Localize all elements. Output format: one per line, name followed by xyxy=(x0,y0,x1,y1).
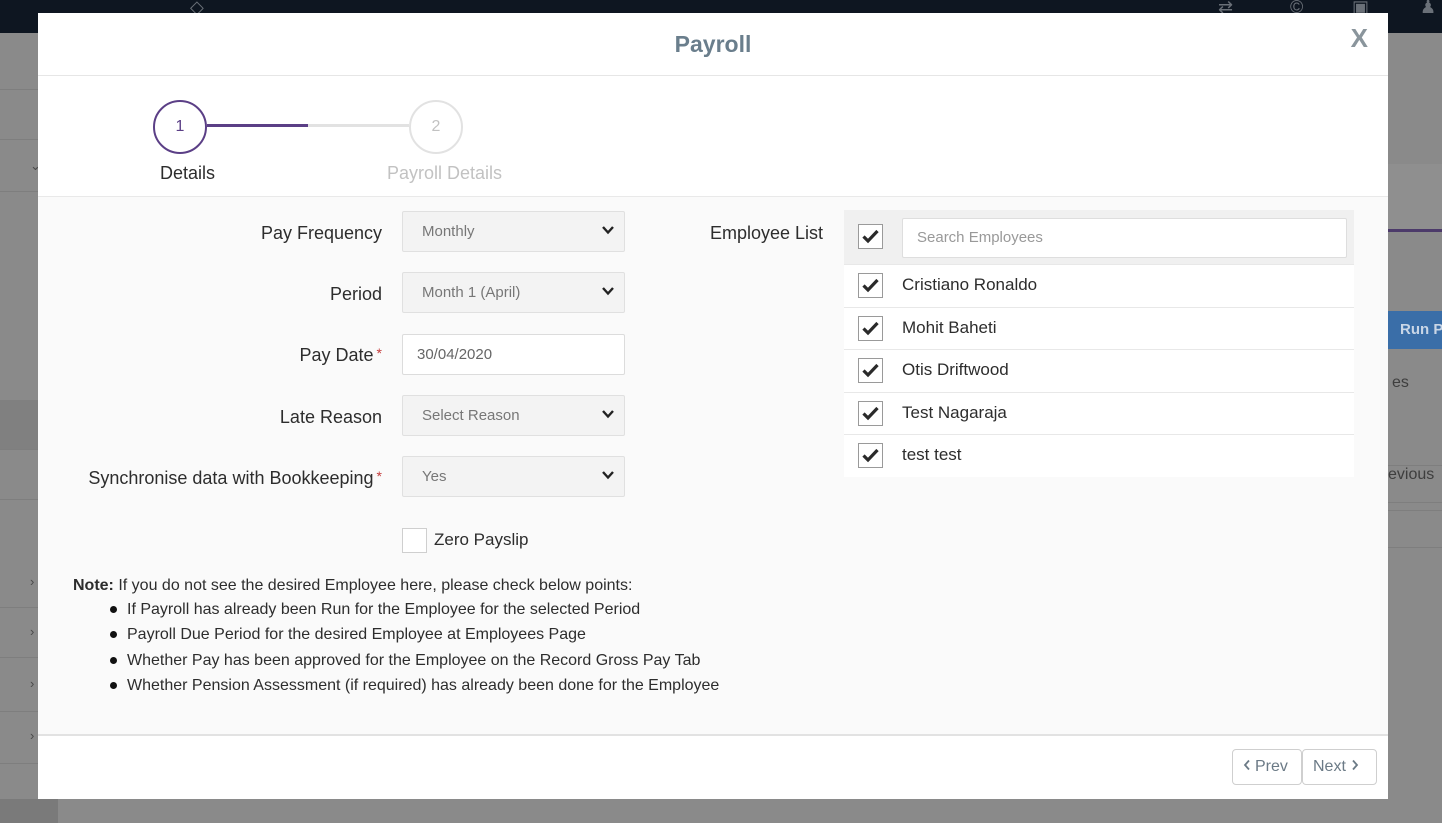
step-2-circle[interactable]: 2 xyxy=(409,100,463,154)
background-chevron-icon: › xyxy=(30,676,35,691)
check-icon xyxy=(862,229,879,244)
step-progress-line xyxy=(207,124,308,127)
employee-name: Mohit Baheti xyxy=(902,317,997,337)
employee-name: Cristiano Ronaldo xyxy=(902,275,1038,294)
sync-bookkeeping-value: Yes xyxy=(422,468,447,485)
required-marker: * xyxy=(376,345,382,361)
payroll-modal: Payroll X 1 2 Details Payroll Details Pa… xyxy=(38,13,1388,799)
check-icon xyxy=(862,278,879,293)
modal-header: Payroll X xyxy=(38,13,1388,76)
employee-row[interactable]: test test xyxy=(844,434,1354,477)
step-2-label: Payroll Details xyxy=(387,163,503,183)
pay-frequency-value: Monthly xyxy=(422,223,475,240)
step-progress-line-remaining xyxy=(308,124,409,127)
employee-search-input[interactable]: Search Employees xyxy=(902,218,1347,258)
late-reason-placeholder: Select Reason xyxy=(422,407,520,424)
required-marker: * xyxy=(376,468,382,484)
check-icon xyxy=(862,364,879,378)
note-points: If Payroll has already been Run for the … xyxy=(110,597,719,699)
chevron-left-icon xyxy=(1243,759,1250,771)
background-chevron-icon: › xyxy=(30,624,35,639)
employee-name: Otis Driftwood xyxy=(902,360,1009,380)
check-icon xyxy=(862,321,879,335)
background-text: es xyxy=(1392,374,1409,391)
employee-checkbox[interactable] xyxy=(858,358,883,384)
select-all-checkbox[interactable] xyxy=(858,224,883,249)
note-point: If Payroll has already been Run for the … xyxy=(110,597,719,622)
note-heading: Note: xyxy=(73,577,114,594)
note-point: Payroll Due Period for the desired Emplo… xyxy=(110,622,719,647)
employee-name: test test xyxy=(902,445,962,465)
employee-checkbox[interactable] xyxy=(858,400,883,426)
period-select[interactable]: Month 1 (April) xyxy=(402,272,625,313)
close-icon[interactable]: X xyxy=(1351,23,1368,54)
period-label: Period xyxy=(329,284,382,304)
employee-row[interactable]: Mohit Baheti xyxy=(844,306,1354,350)
note-text: If you do not see the desired Employee h… xyxy=(118,577,633,594)
pay-frequency-select[interactable]: Monthly xyxy=(402,211,625,252)
background-user-icon: ♟ xyxy=(1420,0,1437,17)
employee-checkbox[interactable] xyxy=(858,315,883,341)
prev-button[interactable]: Prev xyxy=(1232,749,1302,785)
late-reason-select[interactable]: Select Reason xyxy=(402,395,625,436)
zero-payslip-label[interactable]: Zero Payslip xyxy=(434,530,528,550)
employee-list-header: Search Employees xyxy=(844,210,1354,264)
late-reason-label: Late Reason xyxy=(279,407,382,427)
step-1-circle[interactable]: 1 xyxy=(153,100,207,154)
background-footer xyxy=(0,799,58,823)
background-right-tab xyxy=(1388,164,1442,232)
employee-list-panel: Search Employees Cristiano Ronaldo Mohit… xyxy=(844,210,1354,477)
chevron-down-icon xyxy=(602,287,614,296)
next-label: Next xyxy=(1313,758,1346,775)
check-icon xyxy=(862,406,879,421)
employee-checkbox[interactable] xyxy=(858,273,883,298)
sync-bookkeeping-select[interactable]: Yes xyxy=(402,456,625,497)
background-chevron-icon: › xyxy=(30,728,35,743)
step-1-label: Details xyxy=(160,163,216,183)
background-transfer-icon: ⇄ xyxy=(1218,0,1234,17)
modal-footer: Prev Next xyxy=(38,734,1388,799)
employee-row[interactable]: Test Nagaraja xyxy=(844,391,1354,435)
background-previous-button: evious xyxy=(1388,465,1442,503)
note-point: Whether Pension Assessment (if required)… xyxy=(110,673,719,698)
background-copyright-icon: © xyxy=(1290,0,1304,17)
background-chevron-icon: › xyxy=(30,574,35,589)
employee-name: Test Nagaraja xyxy=(902,402,1007,422)
wizard-steps: 1 2 Details Payroll Details xyxy=(38,76,1388,197)
check-icon xyxy=(862,449,879,463)
employee-row[interactable]: Cristiano Ronaldo xyxy=(844,264,1354,307)
background-row xyxy=(1388,510,1442,548)
pay-date-input[interactable]: 30/04/2020 xyxy=(402,334,625,375)
employee-list-label: Employee List xyxy=(710,223,824,243)
zero-payslip-checkbox[interactable] xyxy=(402,528,427,553)
prev-label: Prev xyxy=(1255,758,1288,775)
chevron-down-icon xyxy=(602,226,614,235)
note-section: Note: If you do not see the desired Empl… xyxy=(73,577,719,699)
next-button[interactable]: Next xyxy=(1302,749,1377,785)
period-value: Month 1 (April) xyxy=(422,284,521,301)
chevron-down-icon xyxy=(602,410,614,419)
employee-checkbox[interactable] xyxy=(858,443,883,469)
background-box-icon: ▣ xyxy=(1352,0,1370,17)
chevron-right-icon xyxy=(1352,759,1359,771)
note-point: Whether Pay has been approved for the Em… xyxy=(110,648,719,673)
chevron-down-icon xyxy=(602,471,614,480)
pay-date-label: Pay Date * xyxy=(299,345,383,365)
sync-bookkeeping-label: Synchronise data with Bookkeeping * xyxy=(88,468,382,488)
employee-row[interactable]: Otis Driftwood xyxy=(844,349,1354,392)
background-run-button: Run P xyxy=(1388,311,1442,349)
pay-frequency-label: Pay Frequency xyxy=(260,223,382,243)
modal-title: Payroll xyxy=(674,31,752,57)
background-chevron-icon: ◇ xyxy=(190,0,204,17)
